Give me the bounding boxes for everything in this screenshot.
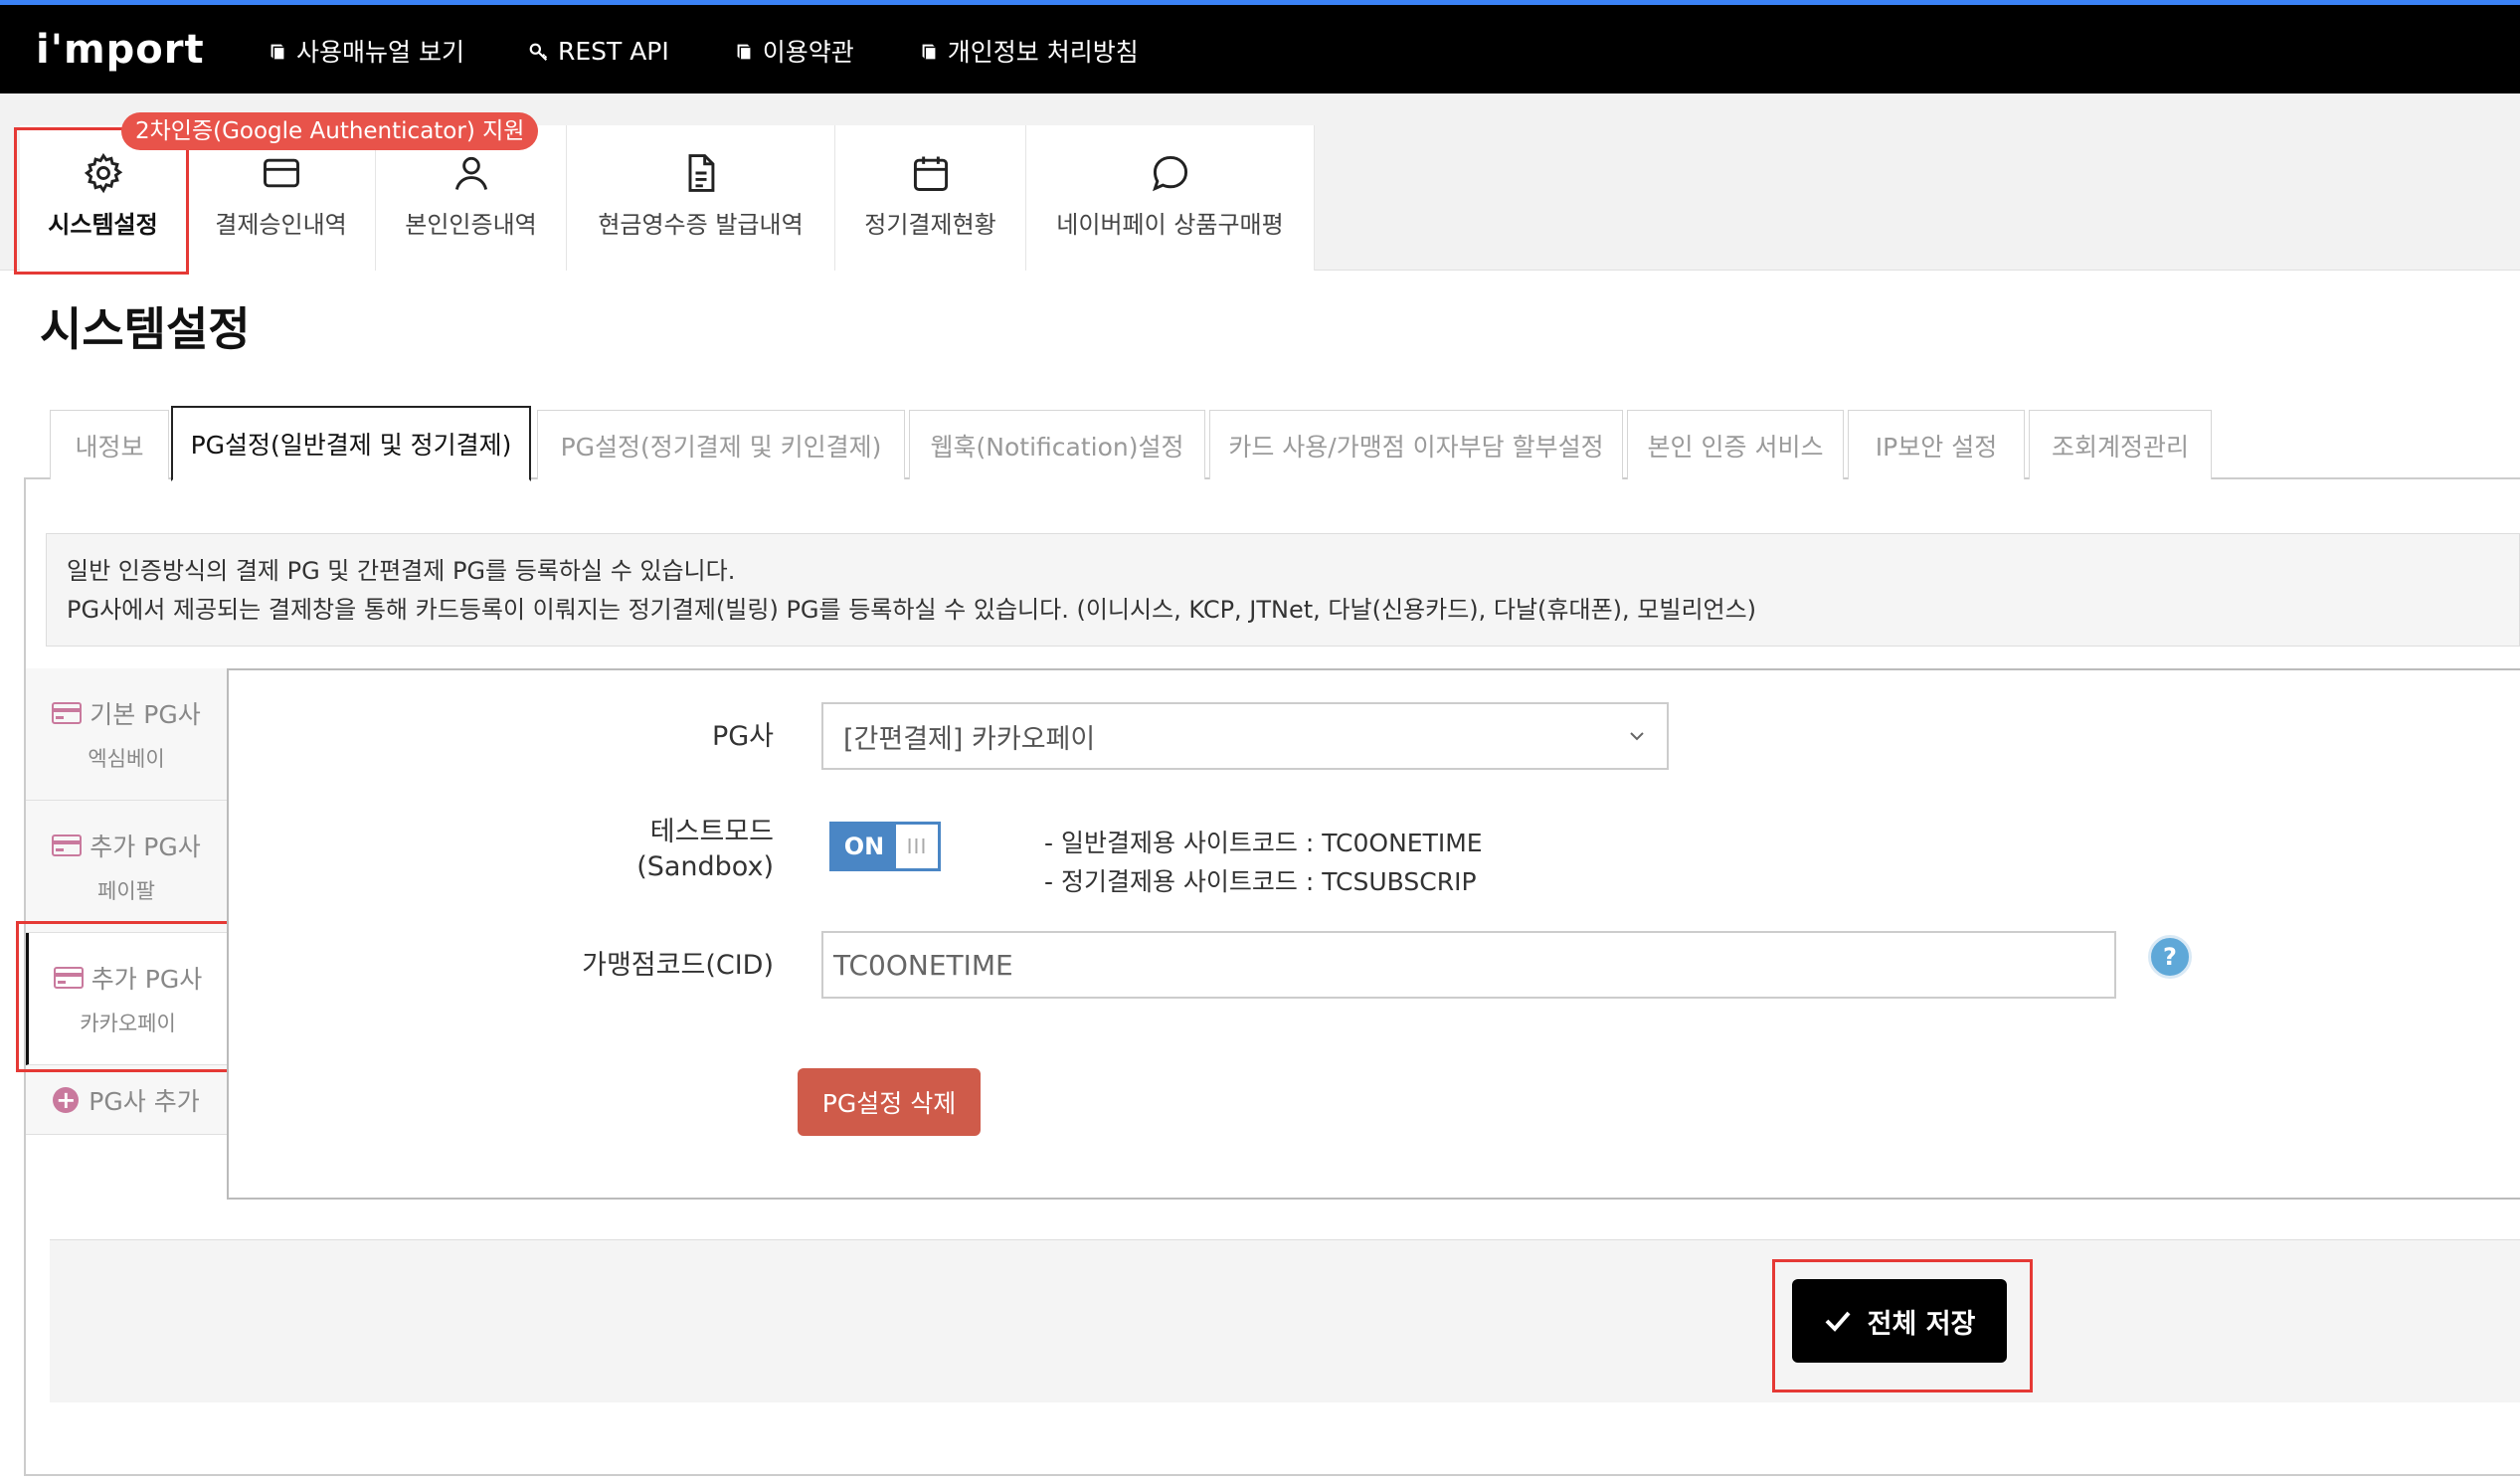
tab-my-info[interactable]: 내정보 [50,410,169,479]
settings-tabs: 내정보 PG설정(일반결제 및 정기결제) PG설정(정기결제 및 키인결제) … [24,406,2520,481]
tab-ip-security[interactable]: IP보안 설정 [1848,410,2025,479]
pg-item-kakaopay[interactable]: 추가 PG사 카카오페이 [26,933,227,1065]
tab-identity-service[interactable]: 본인 인증 서비스 [1627,410,1844,479]
tab-system-settings-label: 시스템설정 [48,211,158,239]
pg-item-paypal-label: 추가 PG사 [90,833,201,861]
nav-rest-api-link[interactable]: REST API [528,33,669,69]
tab-identity-verifications-label: 본인인증내역 [405,211,537,239]
help-icon[interactable]: ? [2148,935,2192,979]
user-icon [454,156,487,190]
pg-list-sidebar: 기본 PG사 엑심베이 추가 PG사 페이팔 추가 PG사 카카오페이 + PG… [26,668,227,1135]
testmode-label: 테스트모드 [649,817,774,847]
checkmark-icon [1825,1311,1851,1332]
pg-select-value: [간편결제] 카카오페이 [843,723,1096,755]
book-icon [267,40,288,62]
credit-card-icon [52,702,83,724]
pg-notice: 일반 인증방식의 결제 PG 및 간편결제 PG를 등록하실 수 있습니다. P… [46,533,2520,647]
gear-icon [84,152,122,194]
top-nav: 사용매뉴얼 보기 REST API 이용약관 개인정보 처리방침 [267,33,1139,69]
document-icon [688,154,714,192]
testmode-toggle[interactable]: ON III [829,822,941,871]
sitecode-general: - 일반결제용 사이트코드 : TC0ONETIME [1044,829,1483,857]
pg-item-paypal-sub: 페이팔 [97,879,155,903]
cid-input[interactable]: TC0ONETIME [821,931,2116,999]
credit-card-icon [263,158,299,188]
sitecode-recurring: - 정기결제용 사이트코드 : TCSUBSCRIP [1044,867,1477,896]
key-icon [528,40,550,62]
plus-circle-icon: + [53,1086,80,1113]
tab-lookup-accounts[interactable]: 조회계정관리 [2029,410,2212,479]
pg-item-default-label: 기본 PG사 [90,700,201,729]
notice-line-1: 일반 인증방식의 결제 PG 및 간편결제 PG를 등록하실 수 있습니다. [67,557,736,585]
pg-item-kakaopay-title: 추가 PG사 [53,960,203,996]
cid-label: 가맹점코드(CID) [582,950,774,981]
tab-cash-receipts[interactable]: 현금영수증 발급내역 [567,125,835,271]
nav-privacy-label: 개인정보 처리방침 [947,38,1139,67]
sandbox-label: (Sandbox) [636,851,774,882]
book-icon [733,40,755,62]
nav-privacy-link[interactable]: 개인정보 처리방침 [918,33,1139,69]
pg-item-paypal-title: 추가 PG사 [52,828,201,863]
pg-select[interactable]: [간편결제] 카카오페이 [821,702,1669,770]
two-factor-badge: 2차인증(Google Authenticator) 지원 [121,112,539,150]
calendar-icon [913,156,948,191]
tab-naverpay-reviews-label: 네이버페이 상품구매평 [1056,211,1284,239]
site-codes: - 일반결제용 사이트코드 : TC0ONETIME - 정기결제용 사이트코드… [1044,824,1483,901]
tab-naverpay-reviews[interactable]: 네이버페이 상품구매평 [1026,125,1315,271]
chevron-down-icon [1630,732,1644,741]
tab-card-installment[interactable]: 카드 사용/가맹점 이자부담 할부설정 [1209,410,1623,479]
nav-manual-label: 사용매뉴얼 보기 [296,38,464,67]
toggle-on-label: ON [832,825,896,868]
delete-pg-button[interactable]: PG설정 삭제 [798,1068,981,1136]
pg-label: PG사 [711,721,774,752]
tab-recurring-payments[interactable]: 정기결제현황 [835,125,1026,271]
tab-pg-general-recurring[interactable]: PG설정(일반결제 및 정기결제) [171,406,531,481]
nav-rest-api-label: REST API [557,36,669,66]
chat-bubble-icon [1152,155,1187,192]
pg-item-default-sub: 엑심베이 [88,747,165,771]
save-all-button[interactable]: 전체 저장 [1792,1279,2007,1363]
credit-card-icon [53,967,84,989]
tab-pg-recurring-keyin[interactable]: PG설정(정기결제 및 키인결제) [537,410,905,479]
save-all-label: 전체 저장 [1867,1308,1976,1340]
toggle-knob: III [906,835,928,858]
pg-item-default-title: 기본 PG사 [52,695,201,731]
top-nav-bar: i'mport 사용매뉴얼 보기 REST API 이용약관 개인정보 처리방침 [0,0,2520,93]
nav-terms-link[interactable]: 이용약관 [733,33,854,69]
add-pg-label: PG사 추가 [89,1086,200,1116]
footer-bar [50,1239,2520,1402]
credit-card-icon [52,835,83,856]
add-pg-button[interactable]: + PG사 추가 [26,1065,227,1135]
page-title: 시스템설정 [40,302,251,356]
nav-manual-link[interactable]: 사용매뉴얼 보기 [267,33,464,69]
nav-terms-label: 이용약관 [762,38,854,67]
tab-cash-receipts-label: 현금영수증 발급내역 [598,211,804,239]
pg-item-kakaopay-label: 추가 PG사 [90,965,203,994]
book-icon [918,40,940,62]
tab-webhook[interactable]: 웹훅(Notification)설정 [909,410,1205,479]
pg-item-default[interactable]: 기본 PG사 엑심베이 [26,668,227,801]
tab-payment-approvals-label: 결제승인내역 [215,211,347,239]
iamport-logo[interactable]: i'mport [36,27,205,73]
pg-item-kakaopay-sub: 카카오페이 [80,1012,176,1035]
tab-recurring-payments-label: 정기결제현황 [864,211,996,239]
notice-line-2: PG사에서 제공되는 결제창을 통해 카드등록이 이뤄지는 정기결제(빌링) P… [67,596,1757,624]
pg-item-paypal[interactable]: 추가 PG사 페이팔 [26,801,227,933]
